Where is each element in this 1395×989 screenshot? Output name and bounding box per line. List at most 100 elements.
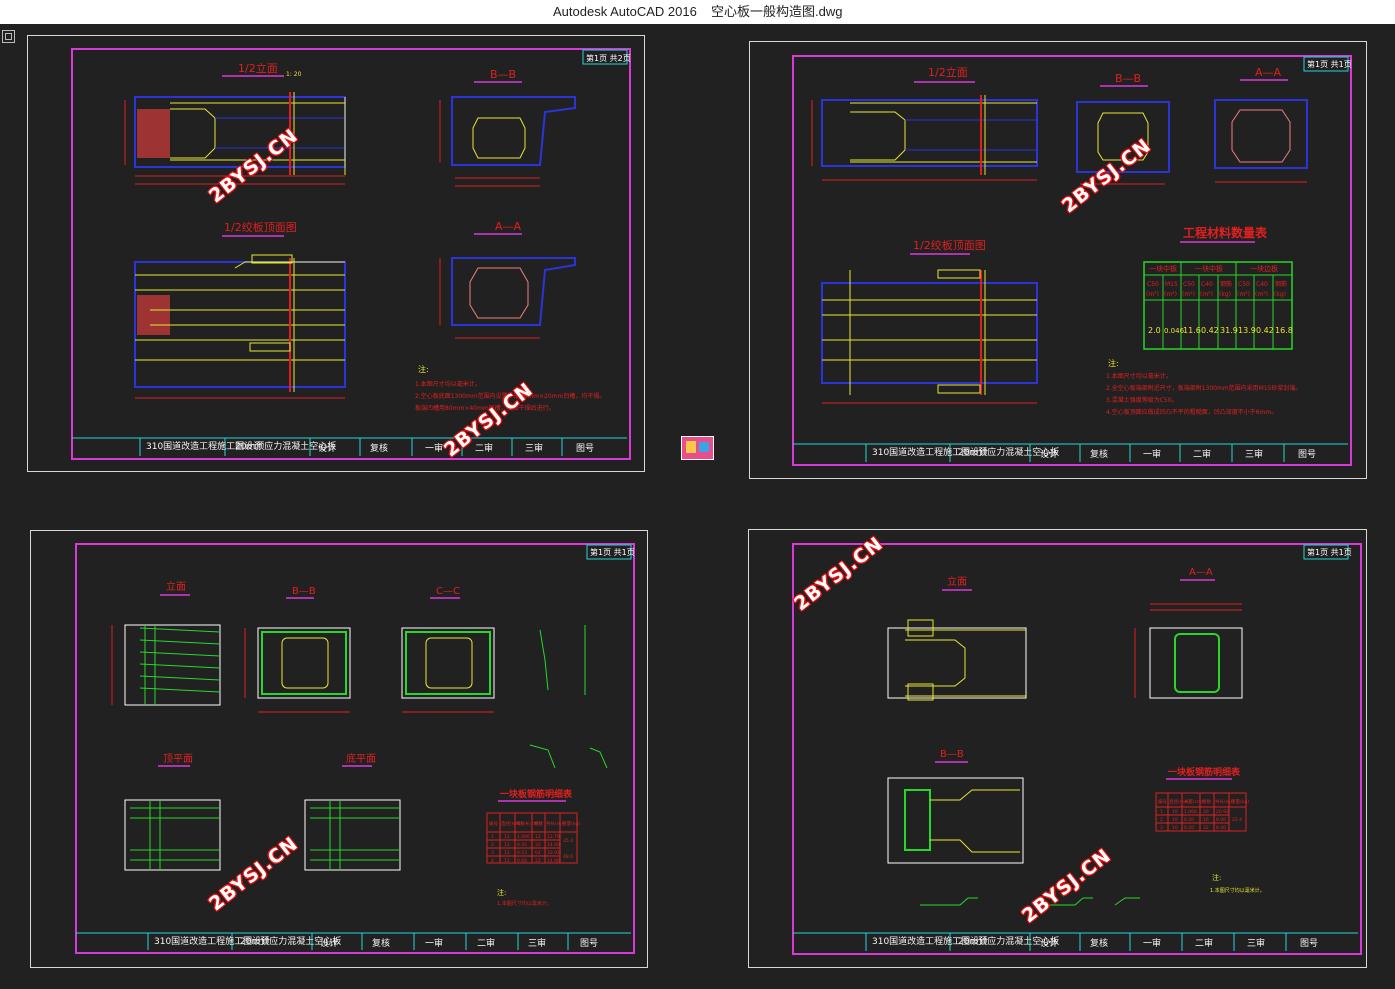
svg-text:48.6: 48.6 xyxy=(563,854,573,860)
svg-text:11.6: 11.6 xyxy=(1183,326,1201,335)
svg-text:0.046: 0.046 xyxy=(1164,327,1185,335)
svg-text:一审: 一审 xyxy=(425,937,443,949)
sheet-2-view-half-top: 1/2绞板顶面图 xyxy=(913,238,986,252)
svg-text:重量(kg): 重量(kg) xyxy=(562,820,580,827)
svg-text:图号: 图号 xyxy=(1300,938,1318,949)
svg-text:二审: 二审 xyxy=(475,442,493,454)
svg-text:10: 10 xyxy=(1172,809,1178,815)
sheet-1-view-section-aa: A—A xyxy=(495,220,522,233)
svg-text:64: 64 xyxy=(535,850,541,856)
svg-text:4: 4 xyxy=(491,858,494,864)
svg-text:根数: 根数 xyxy=(1202,798,1211,805)
svg-text:1: 1 xyxy=(491,834,494,840)
sheet-3-view-section-cc: C—C xyxy=(436,586,460,597)
sheet-4-note-1: 1.本图尺寸均以毫米计。 xyxy=(1210,887,1265,894)
svg-text:1: 20: 1: 20 xyxy=(286,71,302,78)
svg-text:0.45: 0.45 xyxy=(517,842,527,848)
sheet-4-view-section-bb: B—B xyxy=(940,749,964,760)
svg-text:复核: 复核 xyxy=(1090,448,1108,460)
svg-text:2: 2 xyxy=(491,842,494,848)
svg-text:32: 32 xyxy=(1203,825,1209,831)
svg-text:(m³): (m³) xyxy=(1200,291,1213,298)
svg-text:12: 12 xyxy=(504,834,510,840)
svg-text:图号: 图号 xyxy=(576,443,594,454)
sheet-4-view-section-aa: A—A xyxy=(1189,567,1213,578)
sheet-1-view-section-bb: B—B xyxy=(490,68,516,81)
svg-text:12.79: 12.79 xyxy=(547,834,560,840)
svg-text:13.9: 13.9 xyxy=(1238,326,1256,335)
svg-text:设计: 设计 xyxy=(1040,448,1058,460)
svg-text:0.42: 0.42 xyxy=(1201,326,1219,335)
svg-text:31.9: 31.9 xyxy=(1220,326,1238,335)
sheet-4-rebar-table-title: 一块板钢筋明细表 xyxy=(1168,766,1241,778)
svg-text:设计: 设计 xyxy=(1040,937,1058,949)
sheet-4-view-elevation: 立面 xyxy=(947,575,967,588)
svg-text:35.4: 35.4 xyxy=(563,838,573,844)
svg-text:(m³): (m³) xyxy=(1255,291,1268,298)
svg-text:10: 10 xyxy=(1172,825,1178,831)
svg-text:20.92: 20.92 xyxy=(1216,809,1229,815)
svg-text:16.8: 16.8 xyxy=(1275,326,1293,335)
svg-text:长度(cm): 长度(cm) xyxy=(1184,798,1204,805)
svg-text:C40: C40 xyxy=(1201,281,1213,288)
svg-text:12: 12 xyxy=(535,834,541,840)
svg-text:C40: C40 xyxy=(1256,281,1268,288)
svg-text:0.53: 0.53 xyxy=(517,850,527,856)
sheet-1-view-half-top: 1/2绞板顶面图 xyxy=(224,220,297,234)
thumbnail-icon[interactable] xyxy=(681,436,714,460)
sheet-3-page-tag: 第1页 共1页 xyxy=(590,547,635,557)
svg-text:一审: 一审 xyxy=(1143,448,1161,460)
svg-text:(m³): (m³) xyxy=(1164,291,1177,298)
svg-text:二审: 二审 xyxy=(1195,937,1213,949)
sheet-3-rebar-table: 编号 直径(mm) 每根长(cm) 根数 共长(m) 重量(kg) 1 12 1… xyxy=(486,812,580,864)
svg-text:3: 3 xyxy=(491,850,494,856)
sheet-2-note-2: 2.全空心板端部附近尺寸，板端部附1300mm范围内采用M15砂浆封端。 xyxy=(1106,384,1302,392)
sheet-3-notes-title: 注: xyxy=(497,888,506,897)
sheet-3-view-top-plan: 顶平面 xyxy=(163,753,193,765)
svg-text:一审: 一审 xyxy=(1143,937,1161,949)
svg-text:8.00: 8.00 xyxy=(1216,817,1226,823)
svg-text:(kg): (kg) xyxy=(1219,291,1231,298)
svg-text:C50: C50 xyxy=(1147,281,1159,288)
svg-text:14.40: 14.40 xyxy=(547,842,560,848)
svg-text:三审: 三审 xyxy=(1247,937,1265,949)
svg-text:三审: 三审 xyxy=(525,442,543,454)
sheet-2-note-1: 1.本图尺寸均以毫米计。 xyxy=(1106,372,1172,380)
sheet-2-drawings: 第1页 共1页 1/2立面 B—B A—A 1/2绞板顶面图 工程材料数量表 一… xyxy=(793,56,1352,462)
svg-text:1.066: 1.066 xyxy=(517,834,530,840)
sheet-2-page-tag: 第1页 共1页 xyxy=(1307,59,1352,69)
sheet-3-rebar-table-title: 一块板钢筋明细表 xyxy=(500,788,573,800)
svg-text:设计: 设计 xyxy=(320,937,338,949)
svg-text:12: 12 xyxy=(504,858,510,864)
svg-text:2.0: 2.0 xyxy=(1148,326,1161,335)
svg-text:钢筋: 钢筋 xyxy=(1275,280,1287,288)
sheet-3-note-1: 1.本图尺寸均以毫米计。 xyxy=(497,900,552,907)
svg-text:16: 16 xyxy=(1203,817,1209,823)
svg-text:编号: 编号 xyxy=(489,820,498,827)
sheet-3-view-section-bb: B—B xyxy=(292,586,316,597)
svg-text:32: 32 xyxy=(535,842,541,848)
drawing-canvas[interactable]: 第1页 共2页 1/2立面 1: 20 B—B 1/2绞板顶面图 A—A 注: … xyxy=(0,0,1395,989)
sheet-2-material-table: 一块中板 一块中板 一块边板 C50 M15 C50 C40 钢筋 C50 C4… xyxy=(1143,261,1293,350)
svg-text:一块中板: 一块中板 xyxy=(1149,264,1177,273)
sheet-3-drawings: 第1页 共1页 立面 B—B C—C 顶平面 底平面 一块板钢筋明细表 编号 直… xyxy=(76,544,635,950)
svg-text:图号: 图号 xyxy=(580,938,598,949)
svg-text:(kg): (kg) xyxy=(1274,291,1286,298)
sheet-2-note-4: 4.空心板顶面应做成凹凸不平的粗糙面，凹凸深度不小于6mm。 xyxy=(1106,408,1277,416)
sheet-2-view-section-aa: A—A xyxy=(1255,66,1282,79)
svg-text:0.42: 0.42 xyxy=(1256,326,1274,335)
svg-text:二审: 二审 xyxy=(1193,448,1211,460)
sheet-2-view-half-elevation: 1/2立面 xyxy=(928,65,968,79)
svg-text:图号: 图号 xyxy=(1298,449,1316,460)
svg-text:20: 20 xyxy=(1203,809,1209,815)
sheet-2-material-table-title: 工程材料数量表 xyxy=(1183,225,1268,240)
svg-text:重量(kg): 重量(kg) xyxy=(1231,798,1249,805)
svg-text:12: 12 xyxy=(504,850,510,856)
sheet-1-page-tag: 第1页 共2页 xyxy=(586,53,631,63)
svg-text:3: 3 xyxy=(1160,825,1163,831)
svg-text:6.40: 6.40 xyxy=(1216,825,1226,831)
svg-text:1.066: 1.066 xyxy=(1184,809,1197,815)
sheet-1-notes-title: 注: xyxy=(418,364,429,374)
svg-text:33.92: 33.92 xyxy=(547,850,560,856)
sheet-1-drawings: 第1页 共2页 1/2立面 1: 20 B—B 1/2绞板顶面图 A—A 注: … xyxy=(72,49,631,456)
